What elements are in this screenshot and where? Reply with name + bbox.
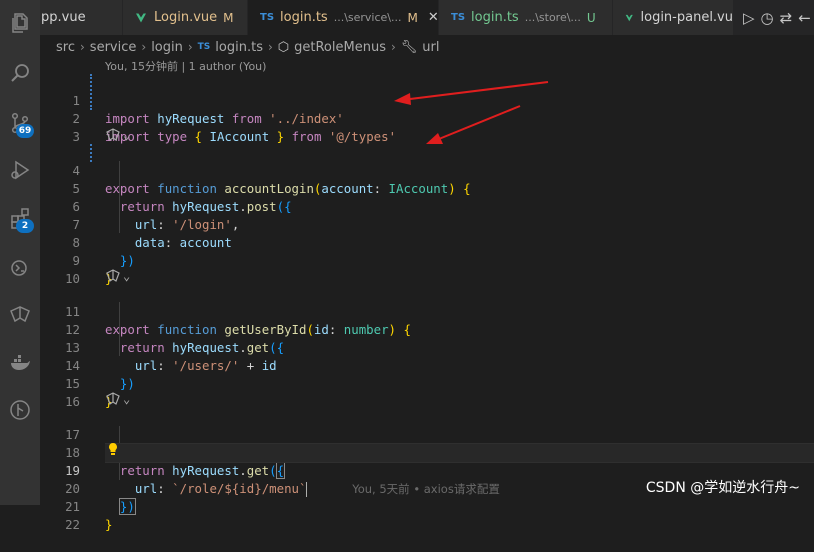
- editor-actions: ▷ ◷ ⇄ ←: [735, 0, 814, 35]
- breadcrumb-file[interactable]: login.ts: [215, 40, 263, 55]
- explorer-icon[interactable]: [4, 8, 36, 38]
- code-line: 13 url: '/users/' + id: [40, 321, 814, 373]
- lightbulb-icon[interactable]: [106, 442, 120, 456]
- gitlens-icon: [106, 128, 120, 141]
- tab-login-vue[interactable]: Login.vue M: [123, 0, 248, 35]
- token: IAccount: [209, 129, 270, 144]
- run-icon[interactable]: ▷: [743, 9, 755, 27]
- ts-file-icon: TS: [451, 12, 466, 23]
- close-icon[interactable]: ✕: [428, 10, 438, 25]
- code-line: 9 }: [40, 234, 814, 286]
- breadcrumb-login[interactable]: login: [151, 40, 183, 55]
- gitlens-icon: [106, 392, 120, 405]
- vue-file-icon: [625, 14, 633, 21]
- code-editor[interactable]: You, 15分钟前 | 1 author (You) 1 import hyR…: [40, 59, 814, 532]
- tab-path: ...\service\...: [333, 11, 402, 24]
- code-line: 4 export function accountLogin(account: …: [40, 144, 814, 196]
- breadcrumb-service[interactable]: service: [90, 40, 137, 55]
- tab-label: Login.vue: [154, 10, 218, 25]
- extensions-badge: 2: [16, 219, 34, 233]
- chevron-right-icon: ›: [187, 40, 193, 54]
- docker-icon[interactable]: [4, 348, 36, 378]
- token: '@/types': [328, 129, 397, 144]
- code-line: 1 import hyRequest from '../index': [40, 74, 814, 126]
- extensions-icon[interactable]: 2: [4, 203, 36, 233]
- code-line: 18 return hyRequest.get({: [40, 426, 814, 479]
- tab-label: login-panel.vu: [640, 10, 734, 25]
- git-graph-icon[interactable]: [4, 395, 36, 425]
- untracked-mark: U: [586, 10, 596, 25]
- codelens[interactable]: ⌄: [105, 267, 130, 285]
- code-line: 12 return hyRequest.get({: [40, 303, 814, 355]
- gitlens-icon: [106, 269, 120, 282]
- remote-explorer-icon[interactable]: [4, 253, 36, 283]
- source-control-icon[interactable]: 69: [4, 108, 36, 138]
- breadcrumb-src[interactable]: src: [56, 40, 75, 55]
- code-line: 5 return hyRequest.post({: [40, 162, 814, 214]
- timeline-icon[interactable]: ◷: [761, 9, 774, 27]
- search-icon[interactable]: [4, 58, 36, 88]
- chevron-right-icon: ›: [390, 40, 396, 54]
- ts-file-icon: TS: [197, 42, 211, 52]
- token: type: [157, 129, 188, 144]
- code-line: 15 }: [40, 357, 814, 409]
- tab-login-ts-store[interactable]: TS login.ts ...\store\... U: [439, 0, 613, 35]
- compare-changes-icon[interactable]: ⇄: [780, 9, 793, 27]
- chevron-down-icon: ⌄: [123, 392, 131, 406]
- chevron-down-icon: ⌄: [123, 128, 131, 142]
- tab-login-ts-service[interactable]: TS login.ts ...\service\... M ✕: [248, 0, 439, 35]
- tab-label: login.ts: [280, 10, 328, 25]
- token: }: [105, 517, 113, 532]
- tab-bar: pp.vue Login.vue M TS login.ts ...\servi…: [40, 0, 814, 35]
- tab-login-panel[interactable]: login-panel.vu: [613, 0, 734, 35]
- chevron-right-icon: ›: [141, 40, 147, 54]
- wrench-icon: 🔧︎: [400, 39, 418, 55]
- breadcrumb-property[interactable]: url: [422, 40, 439, 55]
- code-line: 8 }): [40, 216, 814, 268]
- codelens[interactable]: ⌄: [105, 390, 130, 408]
- token: }: [276, 129, 285, 144]
- token: {: [194, 129, 203, 144]
- code-line-current: 19 url: `/role/${id}/menu` You, 5天前 • ax…: [40, 444, 814, 497]
- method-icon: ⬡: [277, 39, 290, 55]
- tab-label: pp.vue: [41, 10, 86, 25]
- code-line: 22: [40, 498, 814, 532]
- activity-bar: 69 2: [0, 0, 40, 505]
- chevron-right-icon: ›: [79, 40, 85, 54]
- code-line: 3: [40, 110, 814, 144]
- chevron-down-icon: ⌄: [123, 269, 131, 283]
- modified-mark: M: [407, 10, 418, 25]
- tab-label: login.ts: [471, 10, 519, 25]
- code-line: 6 url: '/login',: [40, 180, 814, 232]
- navigate-back-icon[interactable]: ←: [798, 9, 811, 27]
- token: from: [291, 129, 322, 144]
- codelens[interactable]: ⌄: [105, 126, 130, 144]
- breadcrumb-function[interactable]: getRoleMenus: [294, 40, 386, 55]
- modified-mark: M: [223, 10, 234, 25]
- vue-file-icon: [136, 13, 146, 22]
- code-line: 17 export function getRoleMenus(id: numb…: [40, 408, 814, 460]
- tab-path: ...\store\...: [524, 11, 581, 24]
- run-debug-icon[interactable]: [4, 155, 36, 185]
- code-line: 10: [40, 252, 814, 286]
- line-number: 22: [65, 517, 80, 532]
- breadcrumb: src › service › login › TS login.ts › ⬡ …: [40, 35, 814, 59]
- tab-app-vue[interactable]: pp.vue: [40, 0, 123, 35]
- chevron-right-icon: ›: [267, 40, 273, 54]
- gitlens-icon[interactable]: [4, 300, 36, 330]
- gitlens-blame-header[interactable]: You, 15分钟前 | 1 author (You): [105, 59, 266, 75]
- ts-file-icon: TS: [260, 12, 275, 23]
- code-line: 16: [40, 375, 814, 409]
- source-control-badge: 69: [16, 124, 34, 138]
- code-line: 2 import type { IAccount } from '@/types…: [40, 92, 814, 144]
- code-line: 11 export function getUserById(id: numbe…: [40, 285, 814, 337]
- code-line: 7 data: account: [40, 198, 814, 250]
- watermark: CSDN @学如逆水行舟~: [645, 480, 800, 496]
- code-line: 14 }): [40, 339, 814, 391]
